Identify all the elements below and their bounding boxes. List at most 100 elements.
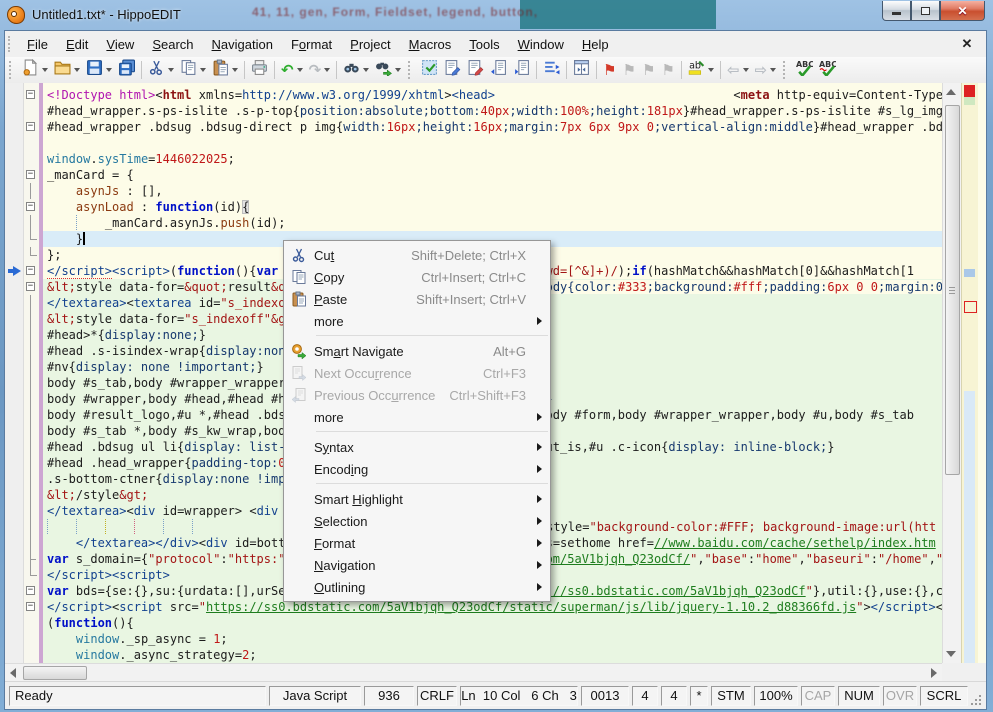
dropdown-caret-icon[interactable] [363, 68, 369, 72]
code-line[interactable]: window._sp_async = 1; [43, 631, 942, 647]
spell-check-button[interactable]: ABC [794, 59, 815, 81]
document-marker[interactable] [964, 97, 975, 105]
context-menu-item-format[interactable]: Format [284, 532, 550, 554]
menu-item-edit[interactable]: Edit [57, 33, 97, 56]
vertical-scrollbar[interactable] [942, 83, 961, 663]
vertical-scroll-thumb[interactable] [945, 105, 960, 475]
menu-item-project[interactable]: Project [341, 33, 399, 56]
fold-marker[interactable]: − [26, 279, 38, 295]
find-button[interactable] [341, 59, 371, 81]
scroll-down-icon[interactable] [946, 651, 956, 657]
new-file-button[interactable] [20, 59, 50, 81]
toolbar-grip[interactable] [9, 61, 15, 79]
code-line[interactable]: <!Doctype html><html xmlns=http://www.w3… [43, 87, 942, 103]
context-menu-item-smart-navigate[interactable]: Smart NavigateAlt+G [284, 340, 550, 362]
fold-marker[interactable]: − [26, 87, 38, 103]
fold-marker[interactable]: − [26, 263, 38, 279]
previous-bookmark-button[interactable]: ⚑ [621, 59, 638, 81]
code-line[interactable]: window.sysTime=1446022025; [43, 151, 942, 167]
code-line[interactable]: asynJs : [], [43, 183, 942, 199]
context-menu-item-selection[interactable]: Selection [284, 510, 550, 532]
menu-item-navigation[interactable]: Navigation [203, 33, 282, 56]
fold-marker[interactable]: − [26, 167, 38, 183]
code-line[interactable]: asynLoad : function(id){ [43, 199, 942, 215]
context-menu-item-encoding[interactable]: Encoding [284, 458, 550, 480]
marker-strip[interactable] [961, 83, 978, 663]
print-button[interactable] [249, 59, 270, 81]
context-menu-item-paste[interactable]: PasteShift+Insert; Ctrl+V [284, 288, 550, 310]
code-line[interactable]: #head_wrapper .bdsug .bdsug-direct p img… [43, 119, 942, 135]
context-menu-item-cut[interactable]: CutShift+Delete; Ctrl+X [284, 244, 550, 266]
dropdown-caret-icon[interactable] [200, 68, 206, 72]
dropdown-caret-icon[interactable] [743, 68, 749, 72]
dropdown-caret-icon[interactable] [324, 68, 330, 72]
copy-button[interactable] [178, 59, 208, 81]
undo-button[interactable]: ↶ [279, 59, 305, 81]
dropdown-caret-icon[interactable] [168, 68, 174, 72]
context-menu-item-more[interactable]: more [284, 406, 550, 428]
horizontal-scrollbar[interactable] [5, 663, 942, 681]
open-file-button[interactable] [52, 59, 82, 81]
code-line[interactable]: _manCard.asynJs.push(id); [43, 215, 942, 231]
context-menu-item-smart-highlight[interactable]: Smart Highlight [284, 488, 550, 510]
close-button[interactable]: ✕ [940, 1, 985, 21]
dropdown-caret-icon[interactable] [106, 68, 112, 72]
document-marker[interactable] [964, 301, 977, 313]
menu-item-format[interactable]: Format [282, 33, 341, 56]
compare-button[interactable] [571, 59, 592, 81]
context-menu-item-outlining[interactable]: Outlining [284, 576, 550, 598]
code-line[interactable]: #head_wrapper.s-ps-islite .s-p-top{posit… [43, 103, 942, 119]
scroll-up-icon[interactable] [946, 89, 956, 95]
context-menu-item-navigation[interactable]: Navigation [284, 554, 550, 576]
document-marker[interactable] [964, 85, 975, 97]
save-all-button[interactable] [116, 59, 137, 81]
document-close-icon[interactable]: ✕ [958, 36, 976, 52]
fold-marker[interactable]: − [26, 599, 38, 615]
paste-button[interactable] [210, 59, 240, 81]
scroll-right-icon[interactable] [931, 668, 937, 678]
fold-marker[interactable]: − [26, 199, 38, 215]
document-marker[interactable] [964, 391, 975, 663]
dropdown-caret-icon[interactable] [232, 68, 238, 72]
dropdown-caret-icon[interactable] [708, 68, 714, 72]
code-line[interactable]: window._async_strategy=2; [43, 647, 942, 663]
toolbar-grip[interactable] [783, 61, 789, 79]
cut-button[interactable] [146, 59, 176, 81]
clear-bookmarks-button[interactable]: ⚑ [660, 59, 677, 81]
dropdown-caret-icon[interactable] [297, 68, 303, 72]
dropdown-caret-icon[interactable] [74, 68, 80, 72]
maximize-button[interactable] [911, 1, 940, 21]
replace-button[interactable] [442, 59, 463, 81]
minimize-button[interactable] [882, 1, 911, 21]
replace-in-selection-button[interactable] [465, 59, 486, 81]
horizontal-scroll-thumb[interactable] [23, 666, 87, 680]
menu-item-help[interactable]: Help [573, 33, 618, 56]
resize-grip[interactable] [968, 686, 982, 706]
dropdown-caret-icon[interactable] [395, 68, 401, 72]
fold-marker[interactable]: − [26, 119, 38, 135]
code-line[interactable] [43, 135, 942, 151]
reformat-button[interactable] [541, 59, 562, 81]
save-button[interactable] [84, 59, 114, 81]
menu-item-view[interactable]: View [97, 33, 143, 56]
find-next-button[interactable] [373, 59, 403, 81]
auto-spell-button[interactable]: ABC [817, 59, 838, 81]
navigate-forward-button[interactable]: ⇨ [753, 59, 779, 81]
unindent-button[interactable] [488, 59, 509, 81]
indent-button[interactable] [511, 59, 532, 81]
code-line[interactable]: (function(){ [43, 615, 942, 631]
menubar-grip[interactable] [8, 36, 14, 52]
context-menu-item-next-occurrence[interactable]: Next OccurrenceCtrl+F3 [284, 362, 550, 384]
code-line[interactable]: _manCard = { [43, 167, 942, 183]
context-menu-item-copy[interactable]: CopyCtrl+Insert; Ctrl+C [284, 266, 550, 288]
toolbar-grip[interactable] [408, 61, 414, 79]
redo-button[interactable]: ↷ [307, 59, 333, 81]
document-marker[interactable] [964, 269, 975, 277]
fold-marker[interactable]: − [26, 583, 38, 599]
highlight-button[interactable]: ab [686, 59, 716, 81]
context-menu-item-more[interactable]: more [284, 310, 550, 332]
menu-item-macros[interactable]: Macros [400, 33, 461, 56]
navigate-back-button[interactable]: ⇦ [725, 59, 751, 81]
menu-item-search[interactable]: Search [143, 33, 202, 56]
menu-item-file[interactable]: File [18, 33, 57, 56]
